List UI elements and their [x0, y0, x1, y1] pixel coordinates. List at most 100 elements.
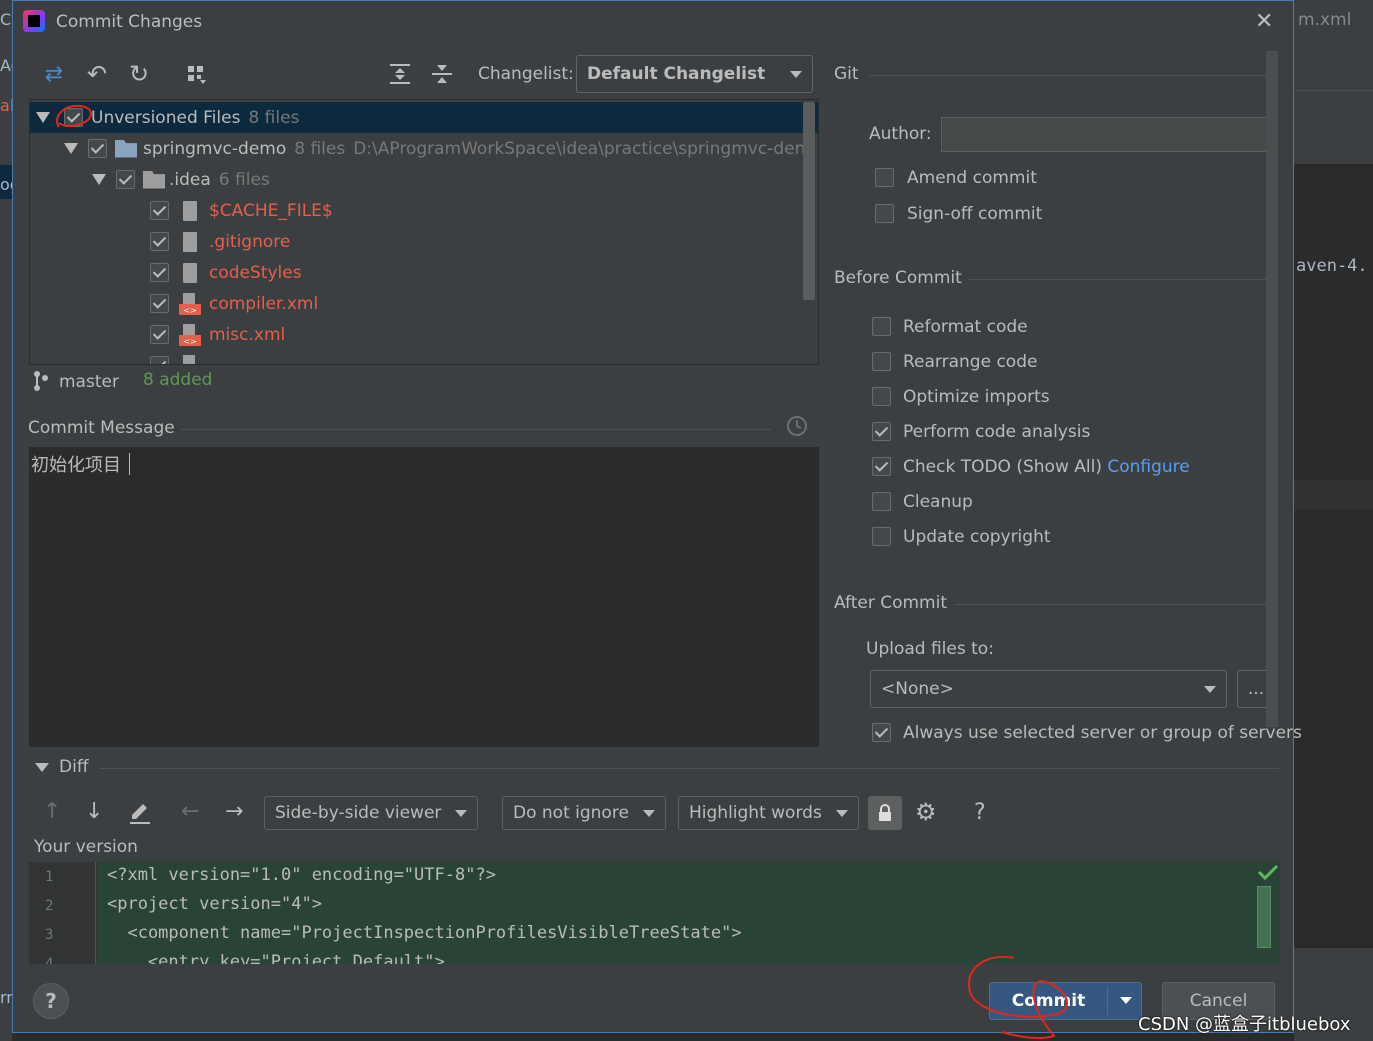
tree-label: Unversioned Files: [91, 107, 241, 128]
next-diff-arrow-down-icon[interactable]: ↓: [85, 799, 103, 824]
author-input[interactable]: [941, 117, 1272, 152]
amend-commit-checkbox[interactable]: [875, 168, 894, 187]
code-analysis-label[interactable]: Perform code analysis: [903, 422, 1090, 442]
gear-icon[interactable]: ⚙: [915, 798, 937, 826]
changelist-value: Default Changelist: [587, 64, 766, 84]
signoff-commit-label[interactable]: Sign-off commit: [907, 204, 1042, 224]
close-icon[interactable]: ✕: [1255, 9, 1273, 34]
cleanup-label[interactable]: Cleanup: [903, 492, 973, 512]
ide-code-fragment: aven-4.: [1296, 256, 1368, 276]
show-diff-icon[interactable]: ⇄: [39, 59, 69, 89]
ide-tab-label[interactable]: m.xml: [1298, 10, 1351, 30]
upload-server-select[interactable]: <None>: [870, 670, 1227, 708]
diff-editor[interactable]: 1 2 3 4 <?xml version="1.0" encoding="UT…: [29, 862, 1280, 964]
file-label: compiler.xml: [209, 293, 319, 314]
tree-checkbox[interactable]: [150, 232, 169, 251]
amend-commit-label[interactable]: Amend commit: [907, 168, 1037, 188]
ide-panel: [1294, 40, 1373, 164]
tree-checkbox[interactable]: [88, 139, 107, 158]
help-button[interactable]: ?: [33, 983, 69, 1019]
group-by-icon[interactable]: [181, 59, 211, 89]
tree-checkbox[interactable]: [150, 201, 169, 220]
tree-row-unversioned[interactable]: Unversioned Files 8 files: [30, 102, 818, 133]
tree-count: 8 files: [248, 107, 300, 128]
diff-section-title[interactable]: Diff: [59, 757, 89, 777]
tree-checkbox[interactable]: [116, 170, 135, 189]
tree-row-file[interactable]: codeStyles: [30, 257, 818, 288]
module-folder-icon: [115, 139, 137, 158]
tree-row-file[interactable]: <> compiler.xml: [30, 288, 818, 319]
before-commit-title: Before Commit: [834, 268, 962, 288]
forward-arrow-icon[interactable]: →: [225, 799, 243, 824]
tree-checkbox[interactable]: [150, 263, 169, 282]
section-separator: [954, 604, 1277, 605]
viewer-mode-select[interactable]: Side-by-side viewer: [264, 796, 479, 830]
options-scrollbar[interactable]: [1266, 51, 1278, 727]
always-use-server-label[interactable]: Always use selected server or group of s…: [903, 723, 1302, 743]
configure-link[interactable]: Configure: [1107, 457, 1189, 477]
rearrange-label[interactable]: Rearrange code: [903, 352, 1037, 372]
branch-name[interactable]: master: [59, 372, 119, 392]
upload-label: Upload files to:: [866, 639, 994, 659]
code-line: <component name="ProjectInspectionProfil…: [107, 923, 742, 943]
git-section-title: Git: [834, 64, 859, 84]
cleanup-checkbox[interactable]: [872, 492, 891, 511]
edit-pencil-icon[interactable]: [128, 801, 152, 825]
reformat-label[interactable]: Reformat code: [903, 317, 1028, 337]
tree-scrollbar[interactable]: [803, 102, 815, 300]
prev-diff-arrow-up-icon[interactable]: ↑: [43, 799, 61, 824]
tree-checkbox[interactable]: [150, 356, 169, 364]
xml-file-icon: [179, 354, 201, 364]
check-todo-label[interactable]: Check TODO (Show All) Configure: [903, 457, 1190, 477]
back-arrow-icon[interactable]: ←: [181, 799, 199, 824]
refresh-icon[interactable]: ↻: [124, 59, 154, 89]
ignore-file-icon: [183, 231, 197, 252]
rollback-icon[interactable]: ↶: [82, 59, 112, 89]
tree-row-file[interactable]: $CACHE_FILE$: [30, 195, 818, 226]
signoff-commit-checkbox[interactable]: [875, 204, 894, 223]
tree-checkbox[interactable]: [150, 325, 169, 344]
annotation-scribble-icon: [967, 955, 1069, 1040]
reformat-checkbox[interactable]: [872, 317, 891, 336]
optimize-imports-checkbox[interactable]: [872, 387, 891, 406]
update-copyright-checkbox[interactable]: [872, 527, 891, 546]
diff-collapse-icon[interactable]: [35, 763, 49, 772]
changelist-label: Changelist:: [478, 64, 574, 84]
xml-file-icon: <>: [179, 323, 201, 346]
optimize-imports-label[interactable]: Optimize imports: [903, 387, 1050, 407]
file-label: misc.xml: [209, 324, 286, 345]
expand-triangle-icon[interactable]: [64, 143, 78, 154]
commit-message-editor[interactable]: 初始化项目: [29, 447, 819, 747]
watermark: CSDN @蓝盒子itbluebox: [1138, 1014, 1351, 1035]
line-number: 4: [45, 956, 54, 964]
project-path: D:\AProgramWorkSpace\idea\practice\sprin…: [353, 138, 806, 159]
tree-label: .idea: [169, 169, 211, 190]
tree-row-file[interactable]: <> misc.xml: [30, 319, 818, 350]
section-separator: [181, 429, 771, 430]
code-line: <project version="4">: [107, 894, 322, 914]
expand-all-icon[interactable]: [385, 59, 415, 89]
highlight-mode-select[interactable]: Highlight words: [678, 796, 859, 830]
tree-row-file[interactable]: .gitignore: [30, 226, 818, 257]
viewer-mode-value: Side-by-side viewer: [275, 803, 442, 823]
inspection-ok-icon: [1257, 864, 1279, 881]
commit-options-chevron-icon[interactable]: [1120, 997, 1132, 1004]
update-copyright-label[interactable]: Update copyright: [903, 527, 1051, 547]
dialog-title: Commit Changes: [56, 12, 203, 32]
tree-row-project[interactable]: springmvc-demo 8 files D:\AProgramWorkSp…: [30, 133, 818, 164]
tree-row-file-partial[interactable]: [30, 350, 818, 364]
code-analysis-checkbox[interactable]: [872, 422, 891, 441]
tree-checkbox[interactable]: [150, 294, 169, 313]
lock-button[interactable]: [868, 796, 902, 830]
rearrange-checkbox[interactable]: [872, 352, 891, 371]
expand-triangle-icon[interactable]: [92, 174, 106, 185]
collapse-all-icon[interactable]: [427, 59, 457, 89]
changelist-select[interactable]: Default Changelist: [576, 55, 813, 93]
history-clock-icon[interactable]: [786, 415, 808, 437]
expand-triangle-icon[interactable]: [36, 112, 50, 123]
ignore-whitespace-select[interactable]: Do not ignore: [502, 796, 666, 830]
diff-help-icon[interactable]: ?: [974, 800, 986, 825]
tree-row-idea[interactable]: .idea 6 files: [30, 164, 818, 195]
check-todo-checkbox[interactable]: [872, 457, 891, 476]
always-use-server-checkbox[interactable]: [872, 723, 891, 742]
